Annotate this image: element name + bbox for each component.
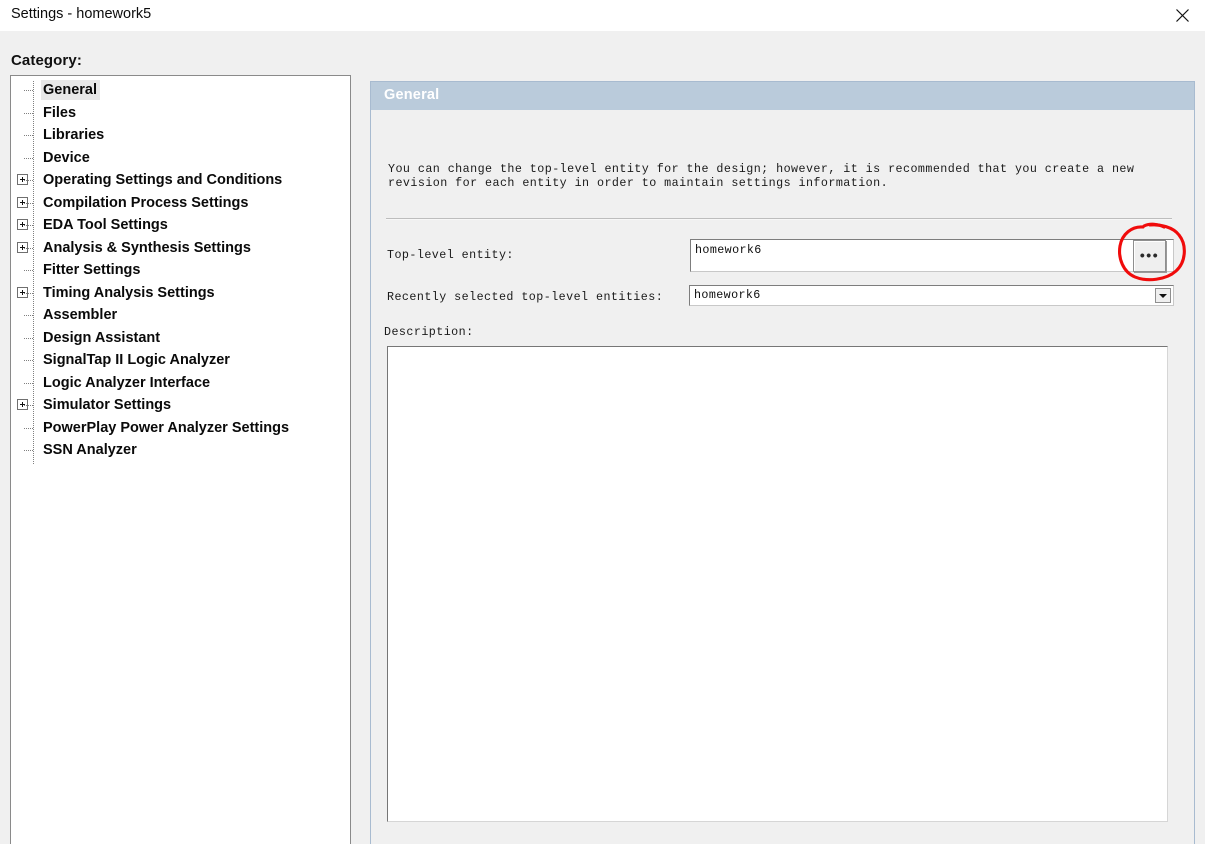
sidebar-item-label: SignalTap II Logic Analyzer — [43, 352, 230, 369]
close-button[interactable] — [1159, 0, 1205, 31]
sidebar-item-signaltap-ii-logic-analyzer[interactable]: SignalTap II Logic Analyzer — [11, 349, 350, 372]
sidebar-item-label: SSN Analyzer — [43, 442, 137, 459]
sidebar-item-label: Simulator Settings — [43, 397, 172, 414]
sidebar-item-ssn-analyzer[interactable]: SSN Analyzer — [11, 439, 350, 462]
sidebar-item-label: Assembler — [43, 307, 118, 324]
window-titlebar: Settings - homework5 — [0, 0, 1205, 32]
sidebar-item-design-assistant[interactable]: Design Assistant — [11, 327, 350, 350]
browse-button[interactable]: ••• — [1133, 240, 1166, 272]
tree-stub-line — [24, 450, 33, 452]
top-level-entity-value: homework6 — [695, 243, 762, 257]
tree-connector — [11, 259, 41, 281]
tree-stub-line — [24, 225, 33, 227]
panel-header-bar: General — [371, 82, 1194, 110]
tree-stub-line — [24, 90, 33, 92]
tree-connector — [11, 304, 41, 326]
description-label: Description: — [384, 325, 474, 339]
sidebar-item-label: Device — [43, 149, 90, 166]
sidebar-item-label: Logic Analyzer Interface — [43, 374, 211, 391]
tree-stub-line — [24, 337, 33, 339]
sidebar-item-label: Files — [43, 104, 77, 121]
sidebar-item-timing-analysis-settings[interactable]: Timing Analysis Settings — [11, 282, 350, 305]
recent-entities-dropdown[interactable]: homework6 — [689, 285, 1174, 306]
panel-description-text: You can change the top-level entity for … — [388, 162, 1135, 190]
sidebar-item-operating-settings-and-conditions[interactable]: Operating Settings and Conditions — [11, 169, 350, 192]
sidebar-item-label: Operating Settings and Conditions — [43, 172, 283, 189]
ellipsis-icon: ••• — [1139, 246, 1160, 263]
tree-connector — [11, 372, 41, 394]
sidebar-item-label: Timing Analysis Settings — [43, 284, 215, 301]
tree-connector — [11, 79, 41, 101]
sidebar-item-label: Compilation Process Settings — [43, 194, 249, 211]
sidebar-item-label: Analysis & Synthesis Settings — [43, 239, 251, 256]
tree-stub-line — [24, 360, 33, 362]
tree-stub-line — [24, 315, 33, 317]
tree-stub-line — [24, 157, 33, 159]
tree-connector — [11, 147, 41, 169]
expander-toggle[interactable] — [11, 192, 41, 214]
top-level-entity-label: Top-level entity: — [387, 248, 514, 262]
tree-stub-line — [24, 135, 33, 137]
tree-connector — [11, 417, 41, 439]
sidebar-item-assembler[interactable]: Assembler — [11, 304, 350, 327]
tree-connector — [11, 327, 41, 349]
tree-stub-line — [24, 247, 33, 249]
sidebar-item-analysis-synthesis-settings[interactable]: Analysis & Synthesis Settings — [11, 237, 350, 260]
expander-toggle[interactable] — [11, 214, 41, 236]
general-settings-panel: General You can change the top-level ent… — [370, 81, 1195, 844]
tree-stub-line — [24, 270, 33, 272]
settings-dialog-body: Category: General Files Libraries Device Ope… — [0, 31, 1205, 844]
expander-toggle[interactable] — [11, 169, 41, 191]
tree-stub-line — [24, 180, 33, 182]
sidebar-item-label: PowerPlay Power Analyzer Settings — [43, 419, 290, 436]
category-heading: Category: — [11, 52, 82, 69]
sidebar-item-logic-analyzer-interface[interactable]: Logic Analyzer Interface — [11, 372, 350, 395]
top-level-entity-input[interactable]: homework6 — [690, 239, 1174, 272]
sidebar-item-simulator-settings[interactable]: Simulator Settings — [11, 394, 350, 417]
expander-toggle[interactable] — [11, 237, 41, 259]
recent-entities-value: homework6 — [694, 288, 761, 302]
tree-connector — [11, 124, 41, 146]
chevron-down-icon[interactable] — [1155, 288, 1171, 303]
sidebar-item-files[interactable]: Files — [11, 102, 350, 125]
sidebar-item-label: Fitter Settings — [43, 262, 141, 279]
sidebar-item-general[interactable]: General — [11, 79, 350, 102]
tree-stub-line — [24, 427, 33, 429]
window-title: Settings - homework5 — [11, 6, 152, 22]
tree-connector — [11, 349, 41, 371]
panel-title: General — [384, 87, 440, 103]
description-textarea[interactable] — [387, 346, 1168, 822]
tree-stub-line — [24, 405, 33, 407]
close-icon — [1175, 9, 1189, 22]
tree-stub-line — [24, 292, 33, 294]
panel-divider — [386, 218, 1172, 220]
sidebar-item-fitter-settings[interactable]: Fitter Settings — [11, 259, 350, 282]
sidebar-item-label: General — [41, 80, 100, 101]
category-tree[interactable]: General Files Libraries Device Operating Set… — [10, 75, 351, 844]
tree-connector — [11, 439, 41, 461]
sidebar-item-compilation-process-settings[interactable]: Compilation Process Settings — [11, 192, 350, 215]
sidebar-item-device[interactable]: Device — [11, 147, 350, 170]
sidebar-item-label: Design Assistant — [43, 329, 161, 346]
sidebar-item-libraries[interactable]: Libraries — [11, 124, 350, 147]
tree-connector — [11, 102, 41, 124]
expander-toggle[interactable] — [11, 394, 41, 416]
expander-toggle[interactable] — [11, 282, 41, 304]
sidebar-item-powerplay-power-analyzer-settings[interactable]: PowerPlay Power Analyzer Settings — [11, 417, 350, 440]
tree-stub-line — [24, 112, 33, 114]
tree-stub-line — [24, 202, 33, 204]
tree-stub-line — [24, 382, 33, 384]
sidebar-item-label: EDA Tool Settings — [43, 217, 168, 234]
sidebar-item-label: Libraries — [43, 127, 105, 144]
sidebar-item-eda-tool-settings[interactable]: EDA Tool Settings — [11, 214, 350, 237]
recent-entities-label: Recently selected top-level entities: — [387, 290, 664, 304]
